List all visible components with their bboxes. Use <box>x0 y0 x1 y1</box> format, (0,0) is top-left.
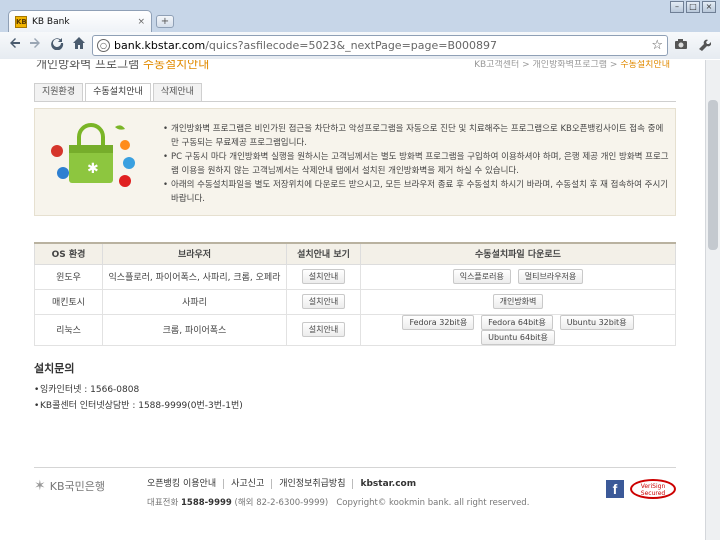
kb-favicon-icon: KB <box>15 15 27 28</box>
kb-star-icon: ✶ <box>34 478 46 494</box>
back-icon[interactable] <box>6 36 24 54</box>
table-row: 매킨토시 사파리 설치안내 개인방화벽 <box>34 288 676 315</box>
page-icon: ○ <box>97 39 110 52</box>
url-path: /quics?asfilecode=5023&_nextPage=page=B0… <box>205 39 498 52</box>
guide-cell: 설치안내 <box>286 313 361 346</box>
inquiry-item: 잉카인터넷 : 1566-0808 <box>34 382 243 398</box>
footer-divider <box>34 467 676 468</box>
footer-links: 오픈뱅킹 이용안내 사고신고 개인정보취급방침 kbstar.com <box>147 479 423 489</box>
logo-text: KB국민은행 <box>49 480 105 493</box>
wrench-icon[interactable] <box>697 38 712 56</box>
download-cell: 개인방화벽 <box>360 288 676 315</box>
download-cell: 익스플로러용 멀티브라우저용 <box>360 263 676 290</box>
facebook-icon[interactable]: f <box>606 480 624 498</box>
footer-info: 대표전화 1588-9999 (해외 82-2-6300-9999) Copyr… <box>147 498 530 508</box>
svg-text:✱: ✱ <box>87 161 99 177</box>
guide-cell: 설치안내 <box>286 263 361 290</box>
col-header-guide: 설치안내 보기 <box>286 242 361 265</box>
browser-cell: 익스플로러, 파이어폭스, 사파리, 크롬, 오페라 <box>102 263 287 290</box>
new-tab-button[interactable]: + <box>156 15 174 28</box>
inquiry-item: KB콜센터 인터넷상담반 : 1588-9999(0번-3번-1번) <box>34 398 243 414</box>
tab-close-icon[interactable]: × <box>137 17 145 27</box>
info-item: 아래의 수동설치파일을 별도 저장위치에 다운로드 받으시고, 모든 브라우저 … <box>163 179 669 206</box>
os-cell: 리눅스 <box>34 313 103 346</box>
download-button[interactable]: 익스플로러용 <box>452 269 511 284</box>
minimize-button[interactable]: – <box>670 1 684 13</box>
footer-link[interactable]: 사고신고 <box>223 479 271 489</box>
tab-manual-install[interactable]: 수동설치안내 <box>85 83 151 102</box>
info-box: ✱ 개인방화벽 프로그램은 비인가된 접근을 차단하고 악성프로그램을 자동으로… <box>34 108 676 216</box>
download-button[interactable]: 멀티브라우저용 <box>517 269 584 284</box>
url-text[interactable]: bank.kbstar.com/quics?asfilecode=5023&_n… <box>114 39 651 52</box>
address-bar[interactable]: ○ bank.kbstar.com/quics?asfilecode=5023&… <box>92 35 668 56</box>
install-guide-button[interactable]: 설치안내 <box>301 322 346 337</box>
tab-uninstall[interactable]: 삭제안내 <box>152 83 202 101</box>
install-guide-button[interactable]: 설치안내 <box>301 294 346 309</box>
tab-support-env[interactable]: 지원환경 <box>34 83 84 101</box>
os-cell: 매킨토시 <box>34 288 103 315</box>
inquiry-list: 잉카인터넷 : 1566-0808 KB콜센터 인터넷상담반 : 1588-99… <box>34 382 243 414</box>
window-controls: – □ × <box>670 1 716 13</box>
footer-link[interactable]: 오픈뱅킹 이용안내 <box>147 479 223 489</box>
info-item: 개인방화벽 프로그램은 비인가된 접근을 차단하고 악성프로그램을 자동으로 진… <box>163 123 669 150</box>
reload-icon[interactable] <box>48 36 66 54</box>
os-cell: 윈도우 <box>34 263 103 290</box>
footer-link[interactable]: 개인정보취급방침 <box>271 479 352 489</box>
table-row: 리눅스 크롬, 파이어폭스 설치안내 Fedora 32bit용 Fedora … <box>34 313 676 346</box>
download-button[interactable]: Ubuntu 64bit용 <box>481 329 555 345</box>
browser-tab[interactable]: KB KB Bank × <box>8 10 152 32</box>
footer-link[interactable]: kbstar.com <box>352 479 423 489</box>
col-header-download: 수동설치파일 다운로드 <box>360 242 676 265</box>
scrollbar-thumb[interactable] <box>708 100 718 250</box>
browser-cell: 사파리 <box>102 288 287 315</box>
home-icon[interactable] <box>70 36 88 54</box>
col-header-os: OS 환경 <box>34 242 103 265</box>
content-tabs: 지원환경 수동설치안내 삭제안내 <box>34 83 204 102</box>
info-item: PC 구동시 마다 개인방화벽 실행을 원하시는 고객님께서는 별도 방화벽 프… <box>163 151 669 178</box>
download-button[interactable]: 개인방화벽 <box>492 294 544 309</box>
info-list: 개인방화벽 프로그램은 비인가된 접근을 차단하고 악성프로그램을 자동으로 진… <box>163 123 669 207</box>
guide-cell: 설치안내 <box>286 288 361 315</box>
close-window-button[interactable]: × <box>702 1 716 13</box>
url-host: bank.kbstar.com <box>114 39 206 52</box>
star-icon[interactable]: ☆ <box>651 38 663 53</box>
browser-chrome: – □ × KB KB Bank × + ○ bank.kbstar.com/q… <box>0 0 720 59</box>
tabs-divider <box>34 101 676 102</box>
tab-title: KB Bank <box>32 16 70 27</box>
page-title: 개인방화벽 프로그램 수동설치안내 <box>36 60 210 71</box>
camera-icon[interactable] <box>674 38 688 54</box>
inquiry-title: 설치문의 <box>34 362 75 375</box>
table-row: 윈도우 익스플로러, 파이어폭스, 사파리, 크롬, 오페라 설치안내 익스플로… <box>34 263 676 290</box>
security-lock-icon: ✱ <box>49 121 139 191</box>
browser-cell: 크롬, 파이어폭스 <box>102 313 287 346</box>
download-button[interactable]: Fedora 64bit용 <box>481 314 553 330</box>
maximize-button[interactable]: □ <box>686 1 700 13</box>
install-guide-button[interactable]: 설치안내 <box>301 269 346 284</box>
download-table: OS 환경 브라우저 설치안내 보기 수동설치파일 다운로드 윈도우 익스플로러… <box>34 242 676 346</box>
col-header-browser: 브라우저 <box>102 242 287 265</box>
forward-icon[interactable] <box>26 36 44 54</box>
scrollbar[interactable] <box>705 60 720 540</box>
kb-logo[interactable]: ✶ KB국민은행 <box>34 478 105 494</box>
download-button[interactable]: Ubuntu 32bit용 <box>559 314 634 330</box>
table-header-row: OS 환경 브라우저 설치안내 보기 수동설치파일 다운로드 <box>34 242 676 265</box>
download-button[interactable]: Fedora 32bit용 <box>402 314 475 330</box>
verisign-seal-icon[interactable]: VeriSign Secured <box>630 479 676 499</box>
download-cell: Fedora 32bit용 Fedora 64bit용 Ubuntu 32bit… <box>360 313 676 346</box>
breadcrumb: KB고객센터 > 개인방화벽프로그램 > 수동설치안내 <box>474 60 670 70</box>
browser-toolbar: ○ bank.kbstar.com/quics?asfilecode=5023&… <box>0 32 720 59</box>
page-content: 개인방화벽 프로그램 수동설치안내 KB고객센터 > 개인방화벽프로그램 > 수… <box>0 60 720 540</box>
